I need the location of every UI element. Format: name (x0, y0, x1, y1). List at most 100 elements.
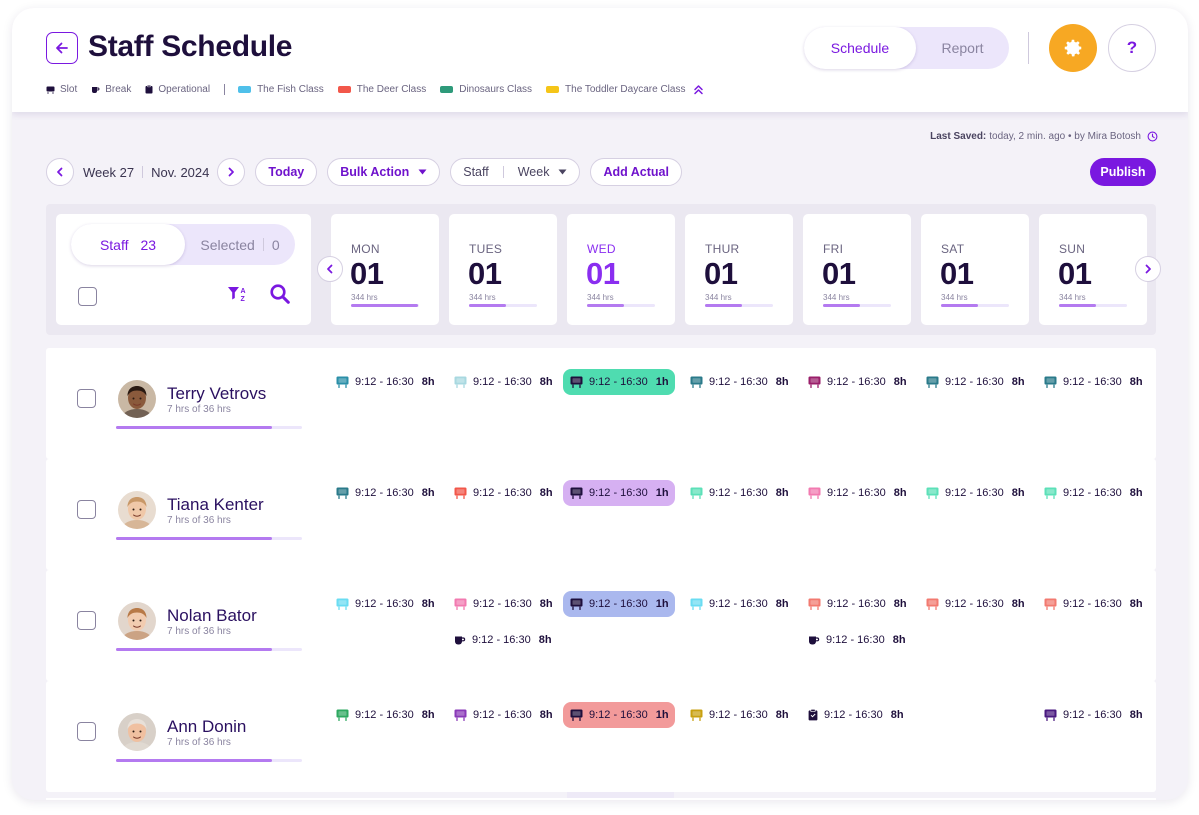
shift-slot[interactable]: 9:12 - 16:30 1h (563, 591, 675, 617)
shift-time: 9:12 - 16:30 (589, 487, 648, 499)
shift-duration: 8h (890, 709, 904, 721)
back-button[interactable] (46, 32, 78, 64)
shift-operational[interactable]: 9:12 - 16:30 8h (808, 702, 904, 728)
staff-progress-bar (116, 759, 302, 762)
schedule-header: Staff 23 Selected 0 AZ MON 01 344 hrs TUES 0… (46, 204, 1161, 335)
slot-icon (690, 598, 703, 610)
header-divider (1028, 32, 1029, 64)
legend-break: Break (91, 84, 131, 95)
shift-slot[interactable]: 9:12 - 16:30 8h (336, 702, 435, 728)
shift-slot[interactable]: 9:12 - 16:30 1h (563, 369, 675, 395)
slot-icon (336, 487, 349, 499)
shift-time: 9:12 - 16:30 (827, 376, 886, 388)
add-actual-button[interactable]: Add Actual (590, 158, 682, 186)
days-prev-button[interactable] (317, 256, 343, 282)
shift-break[interactable]: 9:12 - 16:30 8h (808, 627, 906, 653)
shift-slot[interactable]: 9:12 - 16:30 1h (563, 702, 675, 728)
prev-week-button[interactable] (46, 158, 74, 186)
day-card-thur[interactable]: THUR 01 344 hrs (685, 214, 793, 325)
publish-button[interactable]: Publish (1090, 158, 1156, 186)
shift-slot[interactable]: 9:12 - 16:30 8h (808, 591, 907, 617)
row-checkbox[interactable] (77, 611, 96, 630)
bulk-action-button[interactable]: Bulk Action (327, 158, 441, 186)
sort-filter-icon[interactable]: AZ (227, 285, 247, 303)
slot-icon (454, 598, 467, 610)
search-icon[interactable] (269, 283, 291, 305)
tab-staff[interactable]: Staff 23 (71, 224, 185, 265)
staff-week-select[interactable]: Staff Week (450, 158, 581, 186)
shift-slot[interactable]: 9:12 - 16:30 1h (563, 480, 675, 506)
row-checkbox[interactable] (77, 722, 96, 741)
shift-slot[interactable]: 9:12 - 16:30 8h (1044, 591, 1143, 617)
shift-duration: 8h (421, 487, 435, 499)
shift-slot[interactable]: 9:12 - 16:30 8h (926, 480, 1025, 506)
shift-slot[interactable]: 9:12 - 16:30 8h (926, 591, 1025, 617)
shift-slot[interactable]: 9:12 - 16:30 8h (690, 369, 789, 395)
tab-selected[interactable]: Selected 0 (185, 224, 295, 265)
settings-button[interactable] (1049, 24, 1097, 72)
shift-slot[interactable]: 9:12 - 16:30 8h (690, 702, 789, 728)
staff-name[interactable]: Tiana Kenter (167, 495, 264, 515)
caret-down-icon (418, 169, 427, 175)
shift-slot[interactable]: 9:12 - 16:30 8h (690, 480, 789, 506)
history-icon[interactable] (1147, 131, 1158, 142)
shift-time: 9:12 - 16:30 (589, 709, 648, 721)
chevrons-up-icon[interactable] (693, 84, 704, 95)
tab-report[interactable]: Report (916, 27, 1009, 69)
shift-slot[interactable]: 9:12 - 16:30 8h (1044, 480, 1143, 506)
shift-duration: 8h (539, 709, 553, 721)
header: Staff Schedule Slot Break Operational Th… (12, 8, 1188, 112)
shift-slot[interactable]: 9:12 - 16:30 8h (454, 702, 553, 728)
staff-name[interactable]: Ann Donin (167, 717, 246, 737)
shift-time: 9:12 - 16:30 (827, 487, 886, 499)
shift-slot[interactable]: 9:12 - 16:30 8h (336, 369, 435, 395)
staff-name[interactable]: Terry Vetrovs (167, 384, 266, 404)
shift-slot[interactable]: 9:12 - 16:30 8h (690, 591, 789, 617)
days-next-button[interactable] (1135, 256, 1161, 282)
swatch-fish (238, 86, 252, 93)
day-card-tues[interactable]: TUES 01 344 hrs (449, 214, 557, 325)
shift-slot[interactable]: 9:12 - 16:30 8h (454, 369, 553, 395)
day-card-wed[interactable]: WED 01 344 hrs (567, 214, 675, 325)
shift-slot[interactable]: 9:12 - 16:30 8h (454, 480, 553, 506)
staff-name[interactable]: Nolan Bator (167, 606, 257, 626)
day-card-sun[interactable]: SUN 01 344 hrs (1039, 214, 1147, 325)
tab-schedule[interactable]: Schedule (804, 27, 916, 69)
row-checkbox[interactable] (77, 500, 96, 519)
shift-time: 9:12 - 16:30 (709, 376, 768, 388)
table-row: Nolan Bator 7 hrs of 36 hrs 9:12 - 16:30 8h… (46, 570, 1156, 681)
shift-break[interactable]: 9:12 - 16:30 8h (454, 627, 552, 653)
day-number: 01 (822, 256, 856, 291)
day-number: 01 (704, 256, 738, 291)
shift-time: 9:12 - 16:30 (473, 709, 532, 721)
shift-duration: 1h (655, 709, 669, 721)
day-card-sat[interactable]: SAT 01 344 hrs (921, 214, 1029, 325)
shift-duration: 8h (775, 709, 789, 721)
staff-filter-switch: Staff 23 Selected 0 (71, 224, 295, 265)
day-progress-fill (705, 304, 743, 307)
today-button[interactable]: Today (255, 158, 318, 186)
shift-duration: 8h (539, 487, 553, 499)
shift-time: 9:12 - 16:30 (1063, 487, 1122, 499)
row-checkbox[interactable] (77, 389, 96, 408)
day-hours: 344 hrs (351, 293, 378, 302)
shift-slot[interactable]: 9:12 - 16:30 8h (926, 369, 1025, 395)
slot-icon (336, 376, 349, 388)
select-all-checkbox[interactable] (78, 287, 97, 306)
shift-time: 9:12 - 16:30 (945, 376, 1004, 388)
shift-slot[interactable]: 9:12 - 16:30 8h (808, 480, 907, 506)
shift-slot[interactable]: 9:12 - 16:30 8h (336, 480, 435, 506)
shift-slot[interactable]: 9:12 - 16:30 8h (336, 591, 435, 617)
slot-icon (454, 487, 467, 499)
shift-time: 9:12 - 16:30 (589, 376, 648, 388)
shift-slot[interactable]: 9:12 - 16:30 8h (1044, 702, 1143, 728)
next-week-button[interactable] (217, 158, 246, 186)
help-button[interactable]: ? (1108, 24, 1156, 72)
shift-slot[interactable]: 9:12 - 16:30 8h (808, 369, 907, 395)
shift-slot[interactable]: 9:12 - 16:30 8h (1044, 369, 1143, 395)
shift-duration: 8h (421, 598, 435, 610)
shift-slot[interactable]: 9:12 - 16:30 8h (454, 591, 553, 617)
day-card-mon[interactable]: MON 01 344 hrs (331, 214, 439, 325)
day-card-fri[interactable]: FRI 01 344 hrs (803, 214, 911, 325)
staff-progress-fill (116, 759, 273, 762)
